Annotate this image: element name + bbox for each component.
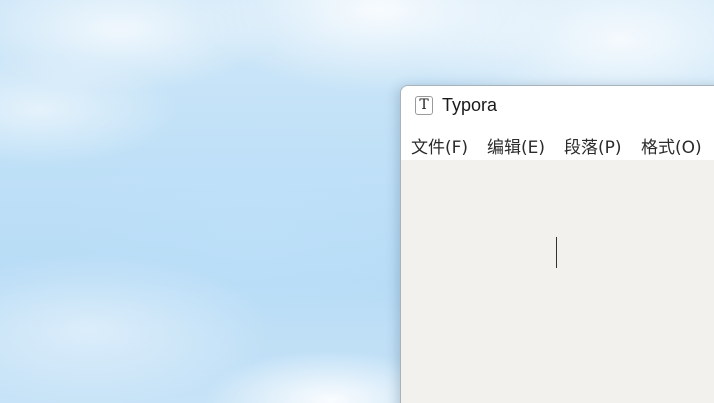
editor-area[interactable]	[401, 160, 714, 403]
typora-window[interactable]: T Typora 文件(F) 编辑(E) 段落(P) 格式(O)	[400, 85, 714, 403]
text-caret	[556, 237, 557, 268]
menu-format[interactable]: 格式(O)	[641, 133, 702, 158]
menu-edit[interactable]: 编辑(E)	[487, 133, 545, 158]
typora-app-icon: T	[415, 96, 433, 115]
window-title: Typora	[442, 95, 498, 115]
menu-paragraph[interactable]: 段落(P)	[564, 133, 622, 158]
title-bar[interactable]: T Typora	[401, 86, 714, 126]
menu-file[interactable]: 文件(F)	[411, 133, 468, 158]
menu-bar: 文件(F) 编辑(E) 段落(P) 格式(O)	[401, 126, 714, 160]
